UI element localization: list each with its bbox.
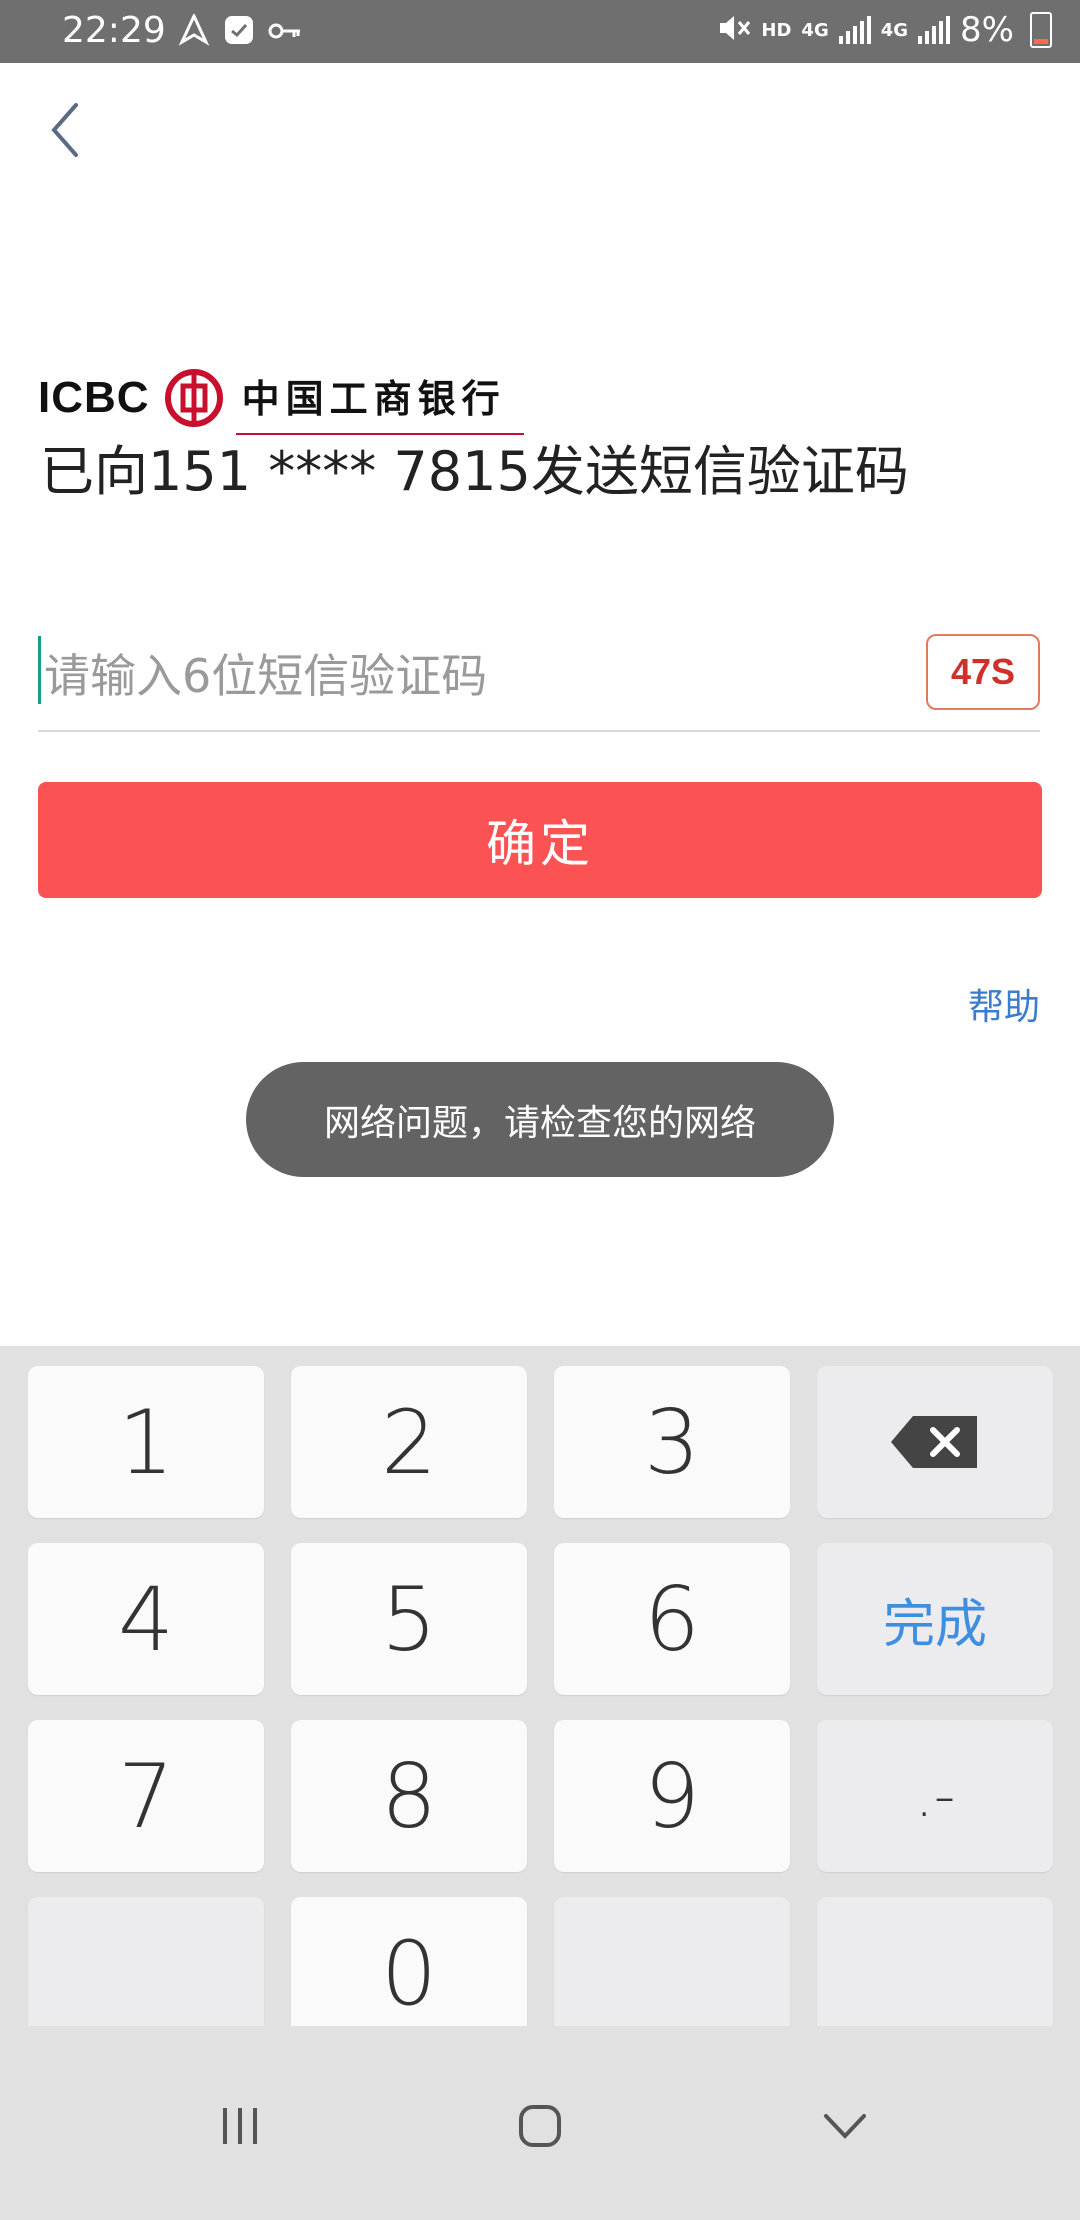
help-link[interactable]: 帮助 [968,978,1040,1030]
key-7[interactable]: 7 [28,1720,264,1872]
status-time: 22:29 [62,10,166,51]
recent-apps-icon [223,2108,257,2144]
status-notification-icons [178,12,302,54]
key-4[interactable]: 4 [28,1543,264,1695]
recent-apps-button[interactable] [200,2086,280,2166]
chevron-down-icon [824,2114,866,2139]
icbc-emblem-icon [164,369,223,427]
backspace-key[interactable] [817,1366,1053,1518]
network-error-toast: 网络问题，请检查您的网络 [246,1062,834,1177]
resend-countdown-button[interactable]: 47S [926,634,1040,710]
key-5[interactable]: 5 [291,1543,527,1695]
chevron-left-icon [51,103,78,157]
battery-icon [1030,12,1052,48]
logo-text-cn: 中国工商银行 [235,368,524,435]
done-key[interactable]: 完成 [817,1543,1053,1695]
navigation-icon [178,12,210,54]
dot-dash-key[interactable]: .- [817,1720,1053,1872]
back-button[interactable] [40,95,100,165]
network-type-2: 4G [880,19,909,41]
key-9[interactable]: 9 [554,1720,790,1872]
battery-percent: 8% [960,10,1014,50]
app-notification-icon [224,15,254,53]
key-2[interactable]: 2 [291,1366,527,1518]
sms-sent-message: 已向151 **** 7815发送短信验证码 [40,440,909,503]
logo-text-en: ICBC [38,373,150,422]
hd-label: HD [761,19,792,41]
mute-icon [717,12,751,48]
hide-keyboard-button[interactable] [805,2086,885,2166]
home-icon [519,2105,561,2147]
home-button[interactable] [500,2086,580,2166]
numeric-keyboard: 1 2 3 4 5 6 完成 7 8 9 .- 0 [0,1346,1080,2049]
key-6[interactable]: 6 [554,1543,790,1695]
backspace-icon [891,1416,977,1468]
status-system-icons: HD 4G 4G 8% [717,10,1052,50]
sms-code-field: 47S [38,630,1040,732]
key-1[interactable]: 1 [28,1366,264,1518]
text-caret [38,636,41,704]
signal-icon-1 [838,16,871,44]
status-bar: 22:29 HD 4G 4G 8% [0,0,1080,63]
sms-code-input[interactable] [42,630,906,722]
confirm-button[interactable]: 确定 [38,782,1042,898]
system-navigation-bar [0,2026,1080,2220]
key-3[interactable]: 3 [554,1366,790,1518]
network-type-1: 4G [801,19,829,41]
signal-icon-2 [918,16,951,44]
key-8[interactable]: 8 [291,1720,527,1872]
icbc-logo: ICBC 中国工商银行 [38,368,524,435]
key-icon [268,17,302,51]
